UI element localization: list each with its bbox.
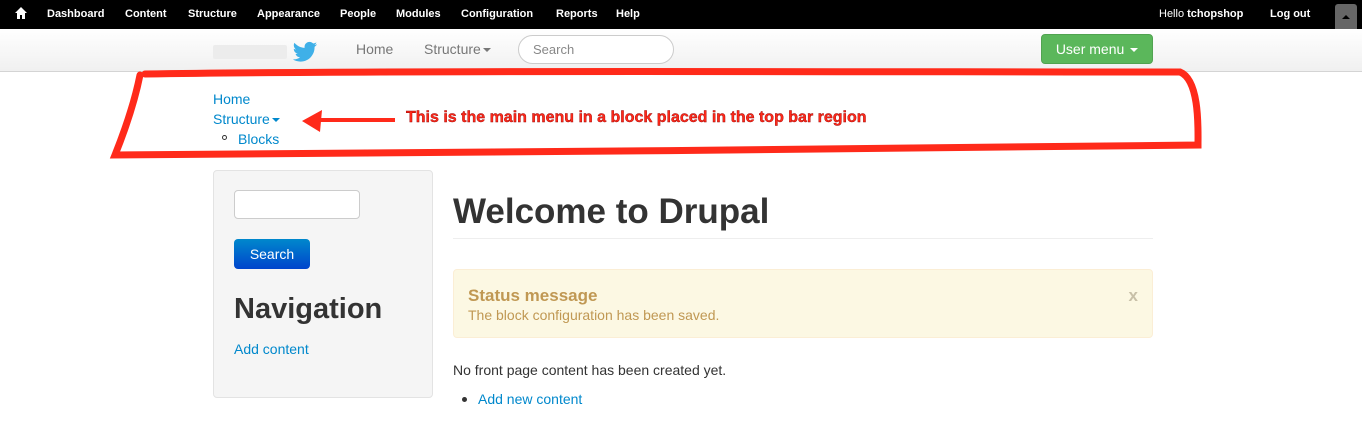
status-text: The block configuration has been saved.	[468, 307, 720, 323]
no-content-text: No front page content has been created y…	[453, 362, 727, 378]
sidebar: Search Navigation Add content	[213, 170, 433, 398]
status-title: Status message	[468, 286, 598, 305]
sidebar-search-button[interactable]: Search	[234, 239, 310, 269]
caret-down-icon	[271, 118, 280, 123]
page-title: Welcome to Drupal	[453, 192, 770, 231]
navigation-title: Navigation	[234, 293, 383, 325]
topbar-menu-blocks[interactable]: Blocks	[238, 131, 279, 147]
add-new-content-link[interactable]: Add new content	[478, 391, 582, 407]
topbar-menu-home[interactable]: Home	[213, 91, 250, 107]
add-content-link[interactable]: Add content	[234, 341, 309, 357]
annotation-text: This is the main menu in a block placed …	[406, 109, 867, 126]
close-icon[interactable]: x	[1129, 286, 1138, 306]
status-message: Status message The block configuration h…	[453, 269, 1153, 338]
topbar-menu-structure[interactable]: Structure	[213, 111, 280, 127]
bullet-icon	[462, 397, 467, 402]
divider	[453, 238, 1153, 239]
bullet-icon	[222, 135, 227, 140]
structure-label: Structure	[213, 111, 270, 127]
sidebar-search-input[interactable]	[234, 190, 360, 219]
